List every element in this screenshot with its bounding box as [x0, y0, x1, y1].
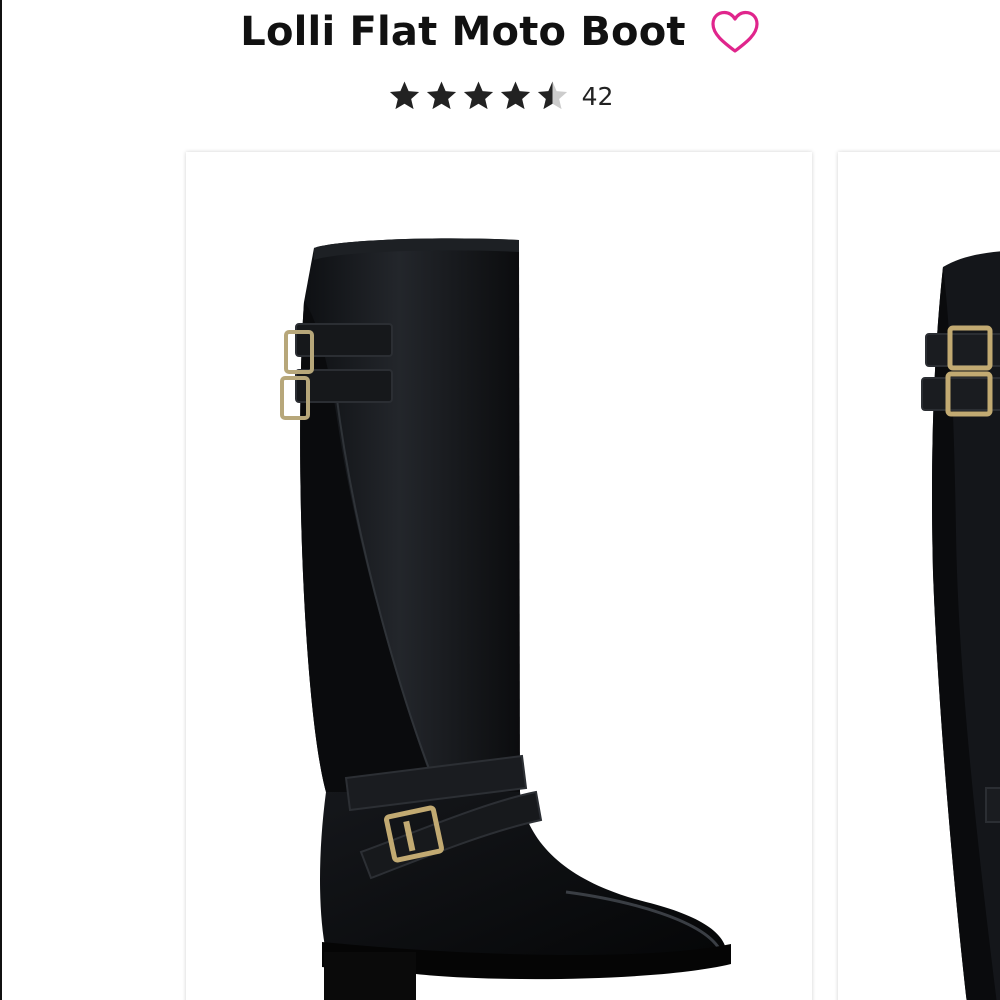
product-header: Lolli Flat Moto Boot	[0, 2, 1000, 62]
product-page: Lolli Flat Moto Boot 42	[0, 0, 1000, 1000]
product-image-card[interactable]	[186, 152, 812, 1000]
star-filled-icon	[463, 81, 493, 110]
boot-side-view-image	[280, 238, 731, 1000]
product-title: Lolli Flat Moto Boot	[240, 9, 686, 55]
rating-row[interactable]: 42	[0, 76, 1000, 116]
favorite-button[interactable]	[710, 9, 760, 55]
star-filled-icon	[426, 81, 456, 110]
review-count[interactable]: 42	[582, 82, 614, 111]
star-rating	[387, 79, 570, 113]
next-image-card[interactable]	[838, 152, 1000, 1000]
boot-alternate-view-image	[921, 251, 1000, 1000]
star-filled-icon	[389, 81, 419, 110]
left-border	[0, 0, 2, 1000]
star-filled-icon	[500, 81, 530, 110]
heart-outline-icon	[711, 10, 759, 53]
star-half-icon	[537, 81, 567, 110]
